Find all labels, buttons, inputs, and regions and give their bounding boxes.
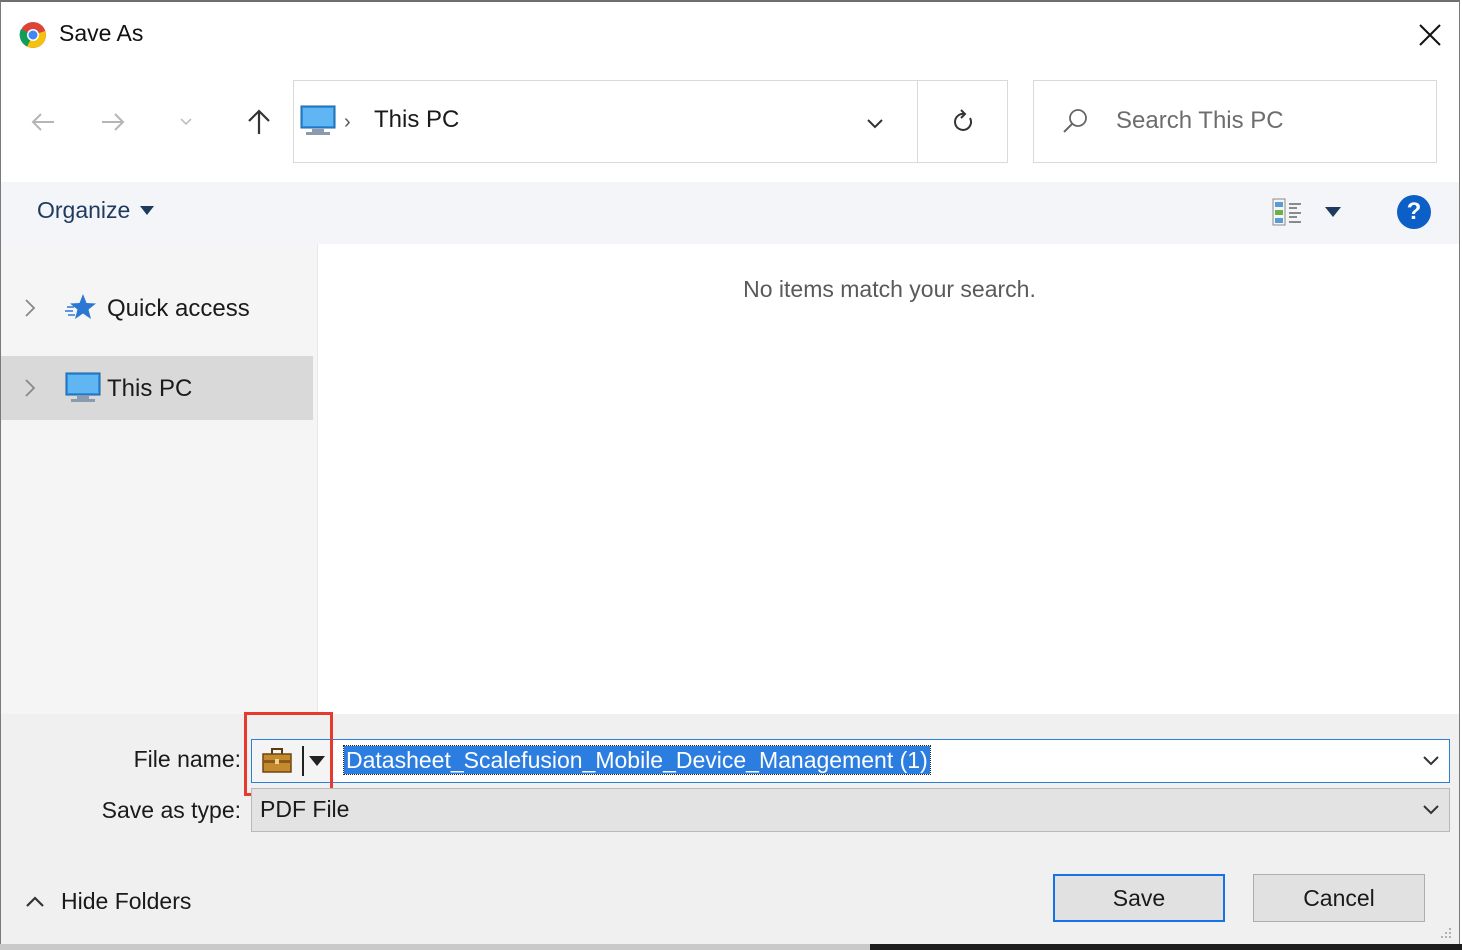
- file-name-input[interactable]: Datasheet_Scalefusion_Mobile_Device_Mana…: [343, 745, 931, 775]
- sidebar-item-label: This PC: [107, 375, 193, 402]
- file-name-dropdown-button[interactable]: [1416, 748, 1446, 774]
- close-icon: [1419, 24, 1441, 46]
- briefcase-icon: [262, 748, 292, 773]
- chrome-icon: [19, 22, 46, 48]
- computer-icon: [300, 105, 336, 135]
- file-list-area[interactable]: No items match your search.: [318, 244, 1459, 714]
- breadcrumb-separator-icon: ›: [344, 111, 351, 133]
- navigation-pane: Quick access This PC: [1, 244, 318, 714]
- cancel-button[interactable]: Cancel: [1253, 874, 1425, 922]
- sidebar-item-label: Quick access: [107, 295, 250, 322]
- save-type-value: PDF File: [260, 796, 350, 822]
- address-location[interactable]: This PC: [374, 106, 459, 134]
- star-icon: [65, 294, 96, 319]
- file-type-picker[interactable]: [252, 740, 333, 782]
- up-arrow-icon: [248, 109, 270, 134]
- close-button[interactable]: [1409, 14, 1451, 56]
- back-arrow-icon: [31, 113, 54, 131]
- organize-button[interactable]: Organize: [37, 197, 155, 224]
- recent-locations-button[interactable]: [166, 102, 206, 142]
- computer-icon: [65, 372, 101, 402]
- save-type-dropdown-button[interactable]: [1416, 797, 1446, 823]
- command-bar: Organize ?: [1, 182, 1459, 245]
- back-button[interactable]: [23, 102, 63, 142]
- title-bar: Save As: [1, 2, 1459, 68]
- file-name-field[interactable]: Datasheet_Scalefusion_Mobile_Device_Mana…: [251, 739, 1450, 783]
- save-details-panel: File name: Datasheet_Scalefusion_Mobile_…: [1, 712, 1459, 945]
- hide-folders-button[interactable]: Hide Folders: [25, 888, 191, 915]
- taskbar-edge: [0, 944, 1462, 950]
- save-button[interactable]: Save: [1053, 874, 1225, 922]
- chevron-down-icon: [1423, 756, 1439, 766]
- resize-grip-icon[interactable]: [1437, 926, 1453, 942]
- forward-arrow-icon: [102, 113, 125, 131]
- organize-label: Organize: [37, 197, 131, 223]
- save-as-dialog: Save As › This PC Search This PC Organiz…: [0, 0, 1460, 946]
- taskbar-edge-light: [0, 944, 870, 950]
- refresh-button[interactable]: [917, 81, 1009, 162]
- chevron-up-icon: [26, 895, 44, 907]
- save-type-label: Save as type:: [101, 797, 241, 823]
- address-dropdown-button[interactable]: [858, 111, 892, 137]
- divider: [302, 746, 304, 776]
- details-view-icon: [1272, 198, 1301, 226]
- up-button[interactable]: [239, 102, 279, 142]
- search-box[interactable]: Search This PC: [1033, 80, 1437, 163]
- search-icon: [1063, 109, 1087, 133]
- change-view-button[interactable]: [1271, 195, 1351, 229]
- file-name-label: File name:: [133, 746, 241, 772]
- chevron-down-icon: [180, 118, 192, 126]
- sidebar-item-quick-access[interactable]: Quick access: [1, 276, 313, 340]
- chevron-right-icon[interactable]: [23, 298, 37, 318]
- search-input[interactable]: Search This PC: [1116, 107, 1284, 135]
- help-button[interactable]: ?: [1397, 195, 1431, 229]
- address-bar[interactable]: › This PC: [293, 80, 1008, 163]
- chevron-down-icon: [867, 119, 883, 129]
- chevron-right-icon[interactable]: [23, 378, 37, 398]
- empty-state-message: No items match your search.: [743, 276, 1036, 302]
- hide-folders-label: Hide Folders: [61, 888, 192, 914]
- caret-down-icon: [140, 206, 155, 215]
- caret-down-icon: [1325, 207, 1341, 217]
- forward-button[interactable]: [93, 102, 133, 142]
- caret-down-icon[interactable]: [309, 756, 325, 766]
- window-title: Save As: [59, 20, 144, 46]
- chevron-down-icon: [1423, 805, 1439, 815]
- refresh-icon: [953, 108, 972, 131]
- save-type-select[interactable]: PDF File: [251, 788, 1450, 832]
- sidebar-item-this-pc[interactable]: This PC: [1, 356, 313, 420]
